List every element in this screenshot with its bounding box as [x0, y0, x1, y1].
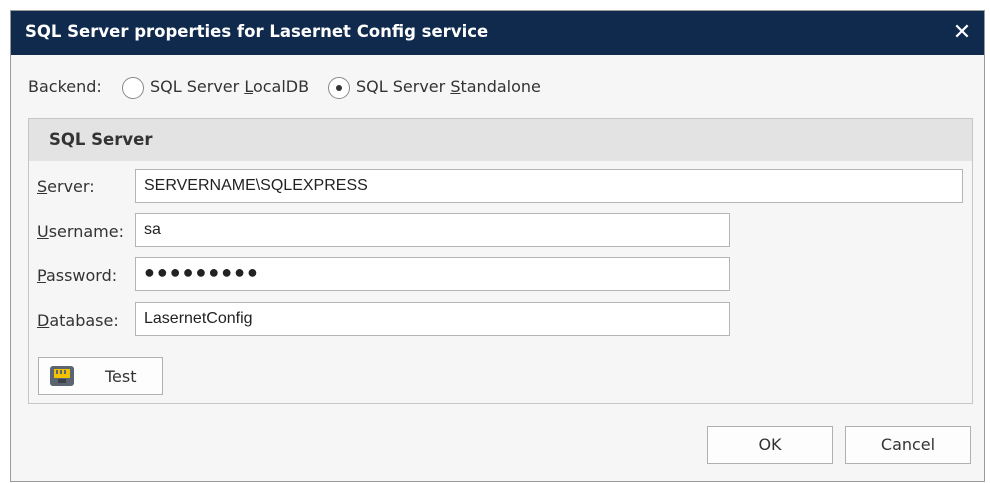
radio-standalone-label[interactable]: SQL Server Standalone [356, 77, 541, 96]
backend-label: Backend: [28, 77, 102, 96]
password-label: Password: [37, 266, 118, 285]
ok-button[interactable]: OK [707, 426, 833, 464]
dialog-title: SQL Server properties for Lasernet Confi… [25, 22, 489, 41]
radio-localdb[interactable] [122, 77, 144, 99]
database-label: Database: [37, 311, 119, 330]
radio-localdb-label[interactable]: SQL Server LocalDB [150, 77, 309, 96]
close-icon[interactable]: ✕ [948, 19, 976, 47]
sql-server-group-header: SQL Server [29, 119, 972, 161]
test-button[interactable]: Test [38, 357, 163, 395]
title-bar[interactable]: SQL Server properties for Lasernet Confi… [11, 11, 984, 55]
sql-server-group-title: SQL Server [49, 130, 153, 149]
cancel-button[interactable]: Cancel [845, 426, 971, 464]
password-input[interactable]: ●●●●●●●●● [135, 257, 730, 291]
radio-selected-dot [336, 85, 342, 91]
username-label: Username: [37, 222, 124, 241]
test-button-label: Test [105, 367, 137, 386]
server-label: Server: [37, 177, 95, 196]
database-input[interactable]: LasernetConfig [135, 302, 730, 336]
network-port-icon [49, 365, 75, 387]
radio-standalone[interactable] [328, 77, 350, 99]
server-input[interactable]: SERVERNAME\SQLEXPRESS [135, 169, 963, 203]
username-input[interactable]: sa [135, 213, 730, 247]
